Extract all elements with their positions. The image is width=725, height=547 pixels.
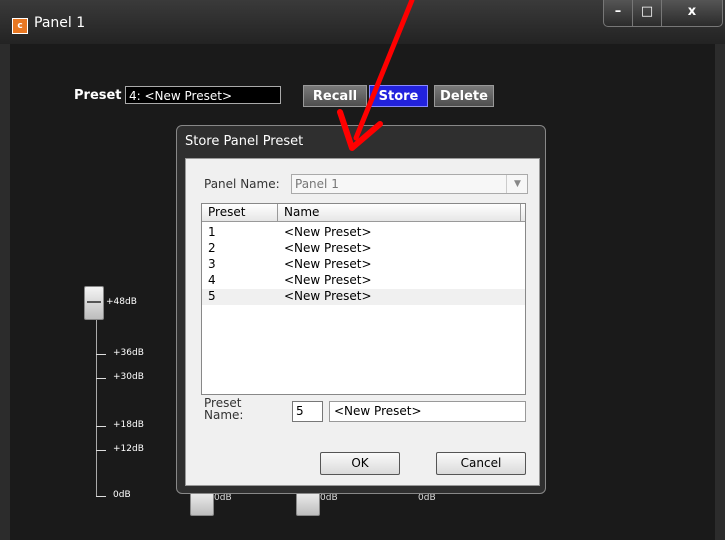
- annotation-arrow-icon: [337, 0, 415, 151]
- scale-tick: [96, 450, 106, 451]
- fader-knob-grip: [87, 301, 101, 303]
- row-preset-name: <New Preset>: [284, 273, 372, 287]
- window-bottom-border: [0, 540, 725, 547]
- scale-label: +36dB: [113, 348, 144, 358]
- scale-label: +18dB: [113, 420, 144, 430]
- scale-tick: [96, 496, 106, 497]
- preset-name-label: Preset Name:: [204, 397, 243, 421]
- preset-name-label-line2: Name:: [204, 408, 244, 422]
- list-item[interactable]: 1 <New Preset>: [202, 225, 525, 241]
- preset-name-field[interactable]: <New Preset>: [329, 401, 526, 422]
- list-item-selected[interactable]: 5 <New Preset>: [202, 289, 525, 305]
- window-left-border: [0, 44, 10, 547]
- row-preset-name: <New Preset>: [284, 257, 372, 271]
- row-preset-name: <New Preset>: [284, 289, 372, 303]
- close-button[interactable]: x: [662, 0, 722, 26]
- scale-label: +30dB: [113, 372, 144, 382]
- list-item[interactable]: 4 <New Preset>: [202, 273, 525, 289]
- list-item[interactable]: 3 <New Preset>: [202, 257, 525, 273]
- panel-name-label: Panel Name:: [204, 177, 280, 191]
- dialog-title: Store Panel Preset: [185, 134, 304, 149]
- channel-fader-label: 0dB: [320, 493, 338, 503]
- row-preset-number: 2: [208, 241, 216, 255]
- preset-number-field[interactable]: 5: [292, 401, 323, 422]
- window-right-border: [715, 44, 725, 547]
- column-header-preset[interactable]: Preset: [208, 205, 245, 220]
- ok-button[interactable]: OK: [320, 452, 400, 475]
- list-header: [202, 204, 525, 222]
- chevron-down-icon[interactable]: ▼: [506, 175, 528, 193]
- maximize-button[interactable]: □: [633, 0, 662, 26]
- app-icon: c: [12, 18, 28, 34]
- scale-label: 0dB: [113, 490, 131, 500]
- row-preset-number: 1: [208, 225, 216, 239]
- row-preset-number: 5: [208, 289, 216, 303]
- panel-name-select[interactable]: Panel 1: [291, 174, 528, 194]
- window-controls: – □ x: [603, 0, 723, 27]
- scale-label: +12dB: [113, 444, 144, 454]
- cancel-button[interactable]: Cancel: [436, 452, 526, 475]
- scale-tick: [96, 354, 106, 355]
- scale-tick: [96, 378, 106, 379]
- scale-tick: [96, 426, 106, 427]
- column-divider[interactable]: [277, 204, 278, 221]
- preset-select[interactable]: 4: <New Preset>: [125, 86, 281, 104]
- preset-label: Preset: [74, 88, 122, 103]
- row-preset-number: 3: [208, 257, 216, 271]
- row-preset-number: 4: [208, 273, 216, 287]
- channel-fader-label: 0dB: [214, 493, 232, 503]
- channel-fader-label: 0dB: [418, 493, 436, 503]
- fader-knob-label: +48dB: [106, 297, 137, 307]
- delete-button[interactable]: Delete: [434, 85, 494, 107]
- window-title: Panel 1: [34, 15, 86, 31]
- row-preset-name: <New Preset>: [284, 225, 372, 239]
- minimize-button[interactable]: –: [604, 0, 633, 26]
- column-header-name[interactable]: Name: [284, 205, 319, 220]
- column-divider[interactable]: [520, 204, 521, 221]
- fader-track: [96, 300, 97, 497]
- fader-knob[interactable]: [84, 286, 104, 320]
- row-preset-name: <New Preset>: [284, 241, 372, 255]
- list-item[interactable]: 2 <New Preset>: [202, 241, 525, 257]
